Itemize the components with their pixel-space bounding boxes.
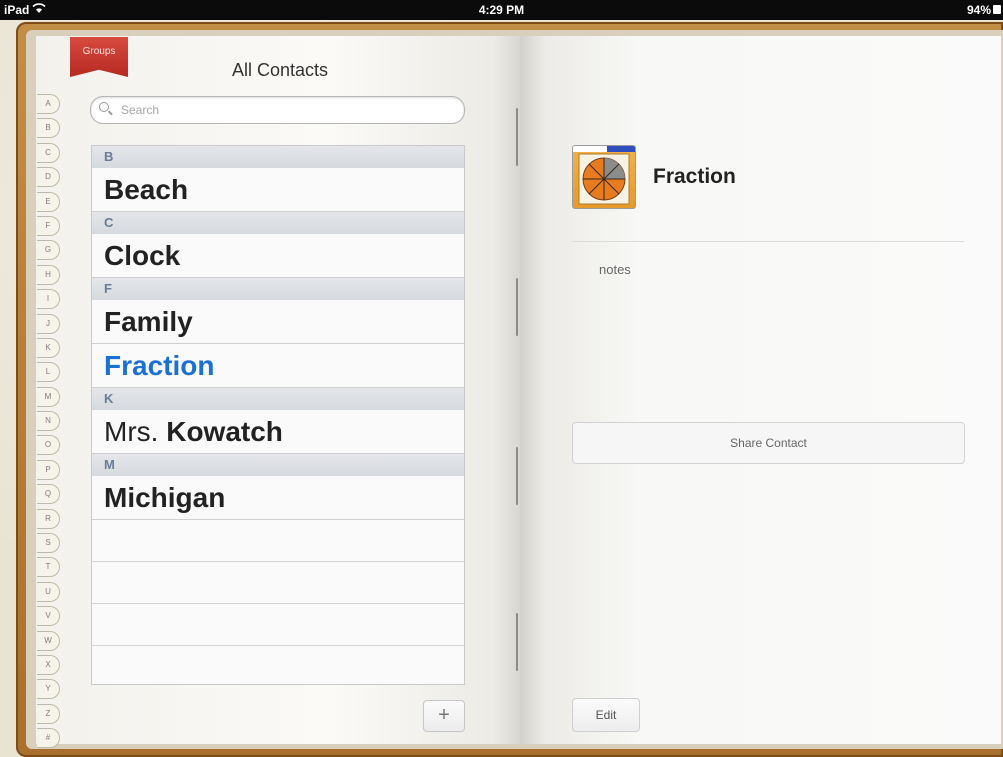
index-tab[interactable]: Y	[37, 679, 60, 700]
search-field[interactable]	[90, 96, 465, 124]
contact-detail-page	[520, 36, 1001, 744]
empty-row	[92, 520, 464, 562]
section-header: B	[92, 146, 464, 168]
index-tab[interactable]: X	[37, 654, 60, 675]
index-tab[interactable]: U	[37, 581, 60, 602]
index-tab[interactable]: J	[37, 313, 60, 334]
index-tab[interactable]: Q	[37, 484, 60, 505]
contact-name: Clock	[104, 240, 181, 271]
contact-name: Michigan	[104, 482, 226, 513]
index-tab[interactable]: B	[37, 118, 60, 139]
contact-row[interactable]: Family	[92, 300, 464, 344]
binding-stitch	[516, 447, 518, 505]
status-bar: iPad 4:29 PM 94%	[0, 0, 1003, 20]
index-tab[interactable]: A	[37, 94, 60, 114]
contact-name: Kowatch	[166, 416, 283, 447]
contact-row[interactable]: Clock	[92, 234, 464, 278]
section-header: F	[92, 278, 464, 300]
search-input[interactable]	[119, 100, 443, 120]
index-tab[interactable]: L	[37, 362, 60, 383]
battery-percentage: 94%	[966, 3, 991, 17]
binding-stitch	[516, 278, 518, 336]
index-tab[interactable]: W	[37, 630, 60, 651]
pizza-icon	[573, 146, 635, 205]
empty-row	[92, 604, 464, 646]
contact-name: Beach	[104, 174, 189, 205]
contact-row[interactable]: Fraction	[92, 344, 464, 388]
index-tab[interactable]: M	[37, 386, 60, 407]
section-header: M	[92, 454, 464, 476]
contact-row[interactable]: Beach	[92, 168, 464, 212]
index-tab[interactable]: C	[37, 142, 60, 163]
index-tab[interactable]: S	[37, 533, 60, 554]
index-tab[interactable]: O	[37, 435, 60, 456]
search-icon	[99, 102, 109, 112]
share-contact-button[interactable]: Share Contact	[572, 422, 965, 464]
contact-photo[interactable]	[572, 145, 636, 209]
index-tab[interactable]: K	[37, 337, 60, 358]
battery-icon	[993, 5, 1001, 14]
contact-prefix: Mrs.	[104, 416, 159, 447]
contact-row[interactable]: Michigan	[92, 476, 464, 520]
contact-name: Fraction	[104, 350, 215, 381]
alphabet-index[interactable]: A B C D E F G H I J K L M N O P Q R S T U V W X Y Z #	[37, 94, 61, 753]
index-tab[interactable]: F	[37, 215, 60, 236]
page-title: All Contacts	[231, 60, 329, 80]
index-tab[interactable]: G	[37, 240, 60, 261]
section-header: C	[92, 212, 464, 234]
binding-stitch	[516, 613, 518, 671]
add-contact-button[interactable]: +	[423, 700, 465, 732]
contact-name: Fraction	[653, 165, 736, 188]
index-tab[interactable]: D	[37, 167, 60, 188]
notes-label: notes	[599, 262, 631, 277]
index-tab[interactable]: H	[37, 264, 60, 285]
index-tab[interactable]: P	[37, 459, 60, 480]
contact-list[interactable]: B Beach C Clock F Family Fraction K Mrs. Kowatch…	[91, 145, 465, 685]
index-tab[interactable]: N	[37, 411, 60, 432]
index-tab[interactable]: #	[37, 728, 60, 749]
section-header: K	[92, 388, 464, 410]
index-tab[interactable]: V	[37, 606, 60, 627]
index-tab[interactable]: R	[37, 508, 60, 529]
edit-button[interactable]: Edit	[572, 698, 640, 732]
contact-row[interactable]: Mrs. Kowatch	[92, 410, 464, 454]
binding-stitch	[516, 108, 518, 166]
clock-time: 4:29 PM	[478, 3, 525, 17]
index-tab[interactable]: E	[37, 191, 60, 212]
empty-row	[92, 562, 464, 604]
index-tab[interactable]: T	[37, 557, 60, 578]
index-tab[interactable]: Z	[37, 703, 60, 724]
index-tab[interactable]: I	[37, 289, 60, 310]
contact-name: Family	[104, 306, 193, 337]
divider	[572, 241, 964, 242]
